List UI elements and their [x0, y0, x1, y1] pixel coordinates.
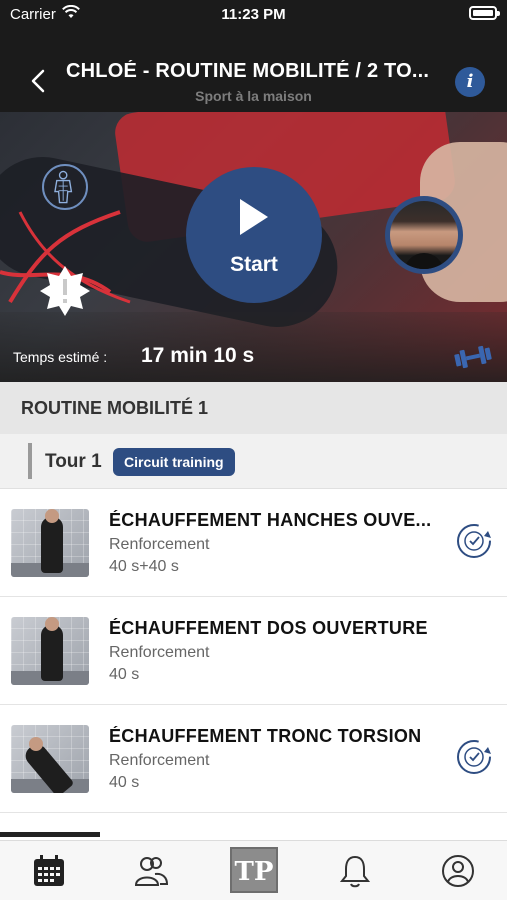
top-bar: Carrier 11:23 PM CHLOÉ - ROUTINE MOBILIT…	[0, 0, 507, 112]
status-bar: Carrier 11:23 PM	[0, 0, 507, 30]
exercise-duration: 40 s	[109, 774, 140, 791]
circuit-training-badge: Circuit training	[113, 448, 235, 476]
calendar-icon[interactable]	[31, 853, 67, 889]
exercise-title: ÉCHAUFFEMENT TRONC TORSION	[109, 726, 422, 746]
community-icon[interactable]	[133, 853, 169, 889]
exercise-row[interactable]: ÉCHAUFFEMENT HANCHES OUVE... Renforcemen…	[0, 489, 507, 597]
scroll-peek-divider	[0, 832, 100, 837]
bell-icon[interactable]	[337, 853, 373, 889]
exercise-duration: 40 s+40 s	[109, 558, 179, 575]
coach-photo	[390, 201, 458, 269]
exercise-duration: 40 s	[109, 666, 140, 683]
section-header: ROUTINE MOBILITÉ 1	[0, 382, 507, 434]
exercise-row[interactable]: ÉCHAUFFEMENT DOS OUVERTURE Renforcement …	[0, 597, 507, 705]
battery-icon	[469, 6, 500, 20]
dumbbell-icon[interactable]	[453, 344, 493, 370]
status-time: 11:23 PM	[221, 6, 286, 23]
exercise-status-icon[interactable]	[455, 738, 493, 776]
section-title: ROUTINE MOBILITÉ 1	[21, 398, 209, 418]
tour-divider	[28, 443, 32, 479]
exercise-type: Renforcement	[109, 536, 210, 553]
tour-header: Tour 1 Circuit training	[0, 434, 507, 489]
estimated-time-label: Temps estimé :	[13, 349, 108, 365]
hero-banner: Start Temps estimé : 17 min 10 s	[0, 112, 507, 382]
start-button[interactable]: Start	[186, 167, 322, 303]
exercise-type: Renforcement	[109, 752, 210, 769]
exercise-status-icon[interactable]	[455, 522, 493, 560]
info-icon[interactable]: i	[455, 67, 485, 97]
exercise-title: ÉCHAUFFEMENT HANCHES OUVE...	[109, 510, 432, 530]
play-icon	[240, 199, 268, 235]
estimated-time-value: 17 min 10 s	[141, 344, 255, 367]
tour-label: Tour 1	[45, 451, 102, 472]
exercise-type: Renforcement	[109, 644, 210, 661]
coach-avatar[interactable]	[385, 196, 463, 274]
page-title: CHLOÉ - ROUTINE MOBILITÉ / 2 TO...	[66, 60, 430, 82]
tab-bar: TP	[0, 840, 507, 900]
profile-icon[interactable]	[440, 853, 476, 889]
warning-badge-icon[interactable]	[38, 264, 92, 318]
body-anatomy-icon[interactable]	[42, 164, 88, 210]
start-label: Start	[230, 253, 278, 276]
tp-logo[interactable]: TP	[230, 847, 278, 893]
page-subtitle: Sport à la maison	[195, 88, 312, 104]
exercise-title: ÉCHAUFFEMENT DOS OUVERTURE	[109, 618, 428, 638]
exercise-thumbnail	[11, 509, 89, 577]
exercise-thumbnail	[11, 725, 89, 793]
exercise-thumbnail	[11, 617, 89, 685]
exercise-row[interactable]: ÉCHAUFFEMENT TRONC TORSION Renforcement …	[0, 705, 507, 813]
